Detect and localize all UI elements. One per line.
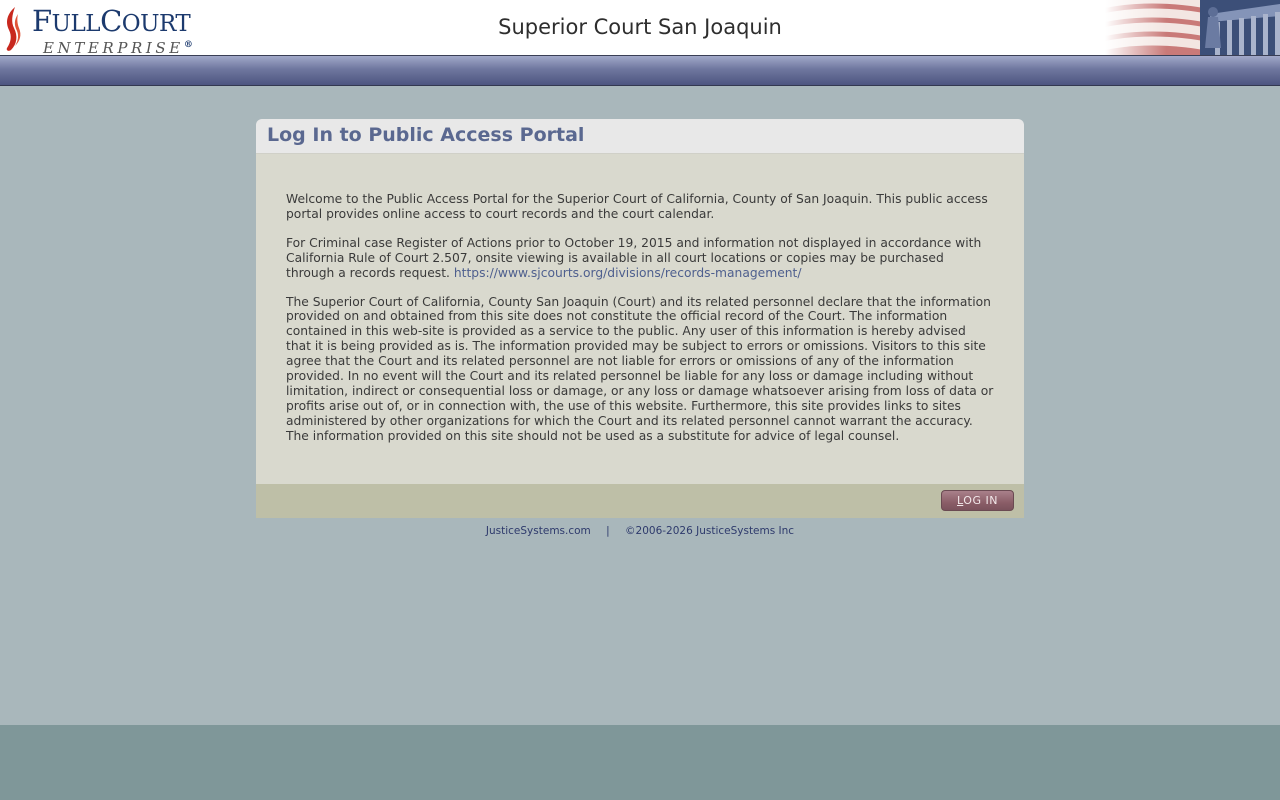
panel-title: Log In to Public Access Portal: [267, 124, 585, 146]
disclaimer-paragraph: The Superior Court of California, County…: [286, 294, 994, 443]
flag-courthouse-image: [1105, 0, 1280, 55]
panel-header: Log In to Public Access Portal: [256, 119, 1024, 154]
flame-icon: [6, 7, 21, 51]
panel-footer: LOG IN: [256, 484, 1024, 518]
court-name: Superior Court San Joaquin: [498, 15, 782, 39]
nav-bar: [0, 56, 1280, 86]
app-header: FULLCOURT ENTERPRISE® Superior Court San…: [0, 0, 1280, 57]
copyright-text: ©2006-2026 JusticeSystems Inc: [625, 525, 795, 537]
welcome-paragraph: Welcome to the Public Access Portal for …: [286, 192, 988, 221]
justicesystems-link[interactable]: JusticeSystems.com: [486, 525, 591, 537]
page-footer: JusticeSystems.com | ©2006-2026 JusticeS…: [256, 524, 1024, 538]
logo-enterprise-text: ENTERPRISE®: [43, 39, 193, 57]
login-panel: Log In to Public Access Portal Welcome t…: [256, 119, 1024, 518]
fullcourt-logo[interactable]: FULLCOURT ENTERPRISE®: [3, 4, 218, 57]
panel-body: Welcome to the Public Access Portal for …: [256, 154, 1024, 484]
login-button-label: OG IN: [963, 494, 998, 507]
criminal-records-paragraph: For Criminal case Register of Actions pr…: [286, 236, 994, 281]
content-area: Log In to Public Access Portal Welcome t…: [0, 86, 1280, 725]
records-management-link[interactable]: https://www.sjcourts.org/divisions/recor…: [454, 266, 802, 280]
flag-courthouse-icon: [1105, 0, 1280, 55]
footer-separator: |: [606, 525, 610, 537]
login-button[interactable]: LOG IN: [941, 490, 1014, 511]
